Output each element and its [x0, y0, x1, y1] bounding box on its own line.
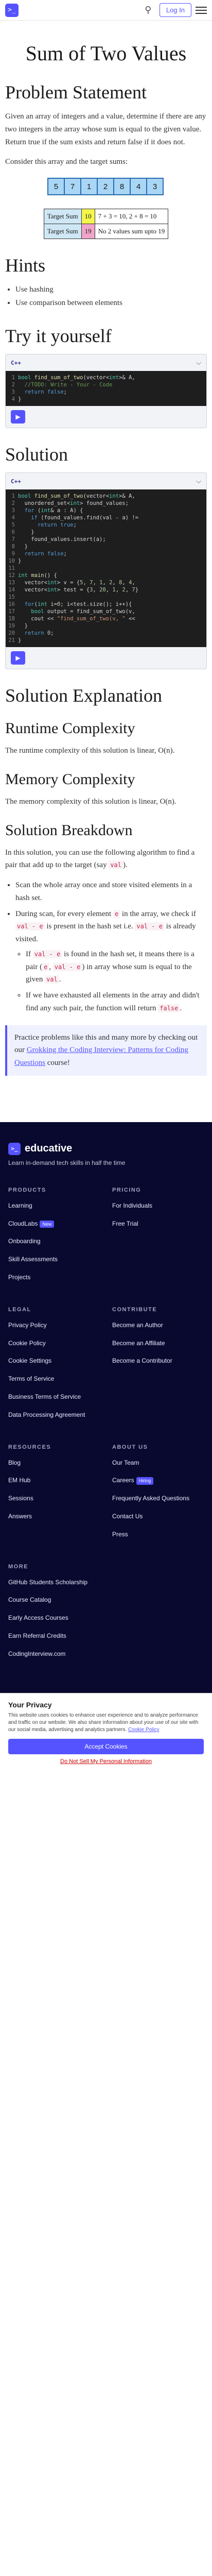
explanation-heading: Solution Explanation	[5, 685, 162, 706]
list-item: Use hashing	[15, 283, 207, 297]
breakdown-heading: Solution Breakdown	[5, 821, 133, 839]
footer-link[interactable]: CodingInterview.com	[8, 1650, 100, 1658]
footer-link[interactable]: Sessions	[8, 1494, 100, 1503]
footer-link[interactable]: Data Processing Agreement	[8, 1411, 100, 1419]
code-area[interactable]: 1 bool find_sum_of_two(vector<int>& A, 2 u…	[6, 489, 206, 647]
memory-text: The memory complexity of this solution i…	[5, 797, 176, 806]
practice-callout: Practice problems like this and many mor…	[5, 1025, 207, 1076]
try-heading: Try it yourself	[5, 326, 112, 346]
course-link[interactable]: Grokking the Coding Interview: Patterns …	[14, 1046, 188, 1067]
top-nav: >_ ⚲ Log In	[0, 0, 212, 21]
list-item: Use comparison between elements	[15, 297, 207, 310]
solution-heading: Solution	[5, 444, 68, 465]
footer-link[interactable]: Onboarding	[8, 1237, 100, 1246]
array-cell: 5	[47, 178, 65, 195]
footer-link[interactable]: Cookie Policy	[8, 1339, 100, 1348]
code-area[interactable]: 1 bool find_sum_of_two(vector<int>& A, 2 /…	[6, 371, 206, 406]
example-array: 5 7 1 2 8 4 3	[5, 178, 207, 195]
footer: >_ educative Learn in-demand tech skills…	[0, 1122, 212, 1693]
chevron-down-icon[interactable]: ⌵	[196, 359, 201, 367]
footer-link[interactable]: GitHub Students Scholarship	[8, 1578, 100, 1587]
array-cell: 3	[146, 178, 164, 195]
footer-link[interactable]: Become a Contributor	[112, 1357, 204, 1365]
footer-link[interactable]: Privacy Policy	[8, 1321, 100, 1330]
footer-link[interactable]: Contact Us	[112, 1512, 204, 1521]
run-button[interactable]: ▶	[11, 410, 25, 423]
accept-cookies-button[interactable]: Accept Cookies	[8, 1739, 204, 1755]
cookie-policy-link[interactable]: Cookie Policy	[128, 1727, 160, 1733]
footer-link[interactable]: For Individuals	[112, 1201, 204, 1210]
code-editor-solution: C++ ⌵ 1 bool find_sum_of_two(vector<int>&…	[5, 472, 207, 669]
footer-link[interactable]: CloudLabs New	[8, 1219, 100, 1228]
cpp-icon: C++	[11, 359, 21, 366]
footer-link[interactable]: Free Trial	[112, 1219, 204, 1228]
footer-link[interactable]: Learning	[8, 1201, 100, 1210]
educative-logo-icon[interactable]: >_	[5, 3, 19, 17]
runtime-text: The runtime complexity of this solution …	[5, 747, 175, 755]
cookie-banner: Your Privacy This website uses cookies t…	[0, 1693, 212, 1770]
list-item: If val - e is found in the hash set, it …	[26, 948, 207, 986]
hints-list: Use hashing Use comparison between eleme…	[15, 283, 207, 310]
do-not-sell-link[interactable]: Do Not Sell My Personal Information	[8, 1758, 204, 1765]
cookie-text: This website uses cookies to enhance use…	[8, 1713, 199, 1733]
array-cell: 4	[130, 178, 147, 195]
footer-link[interactable]: EM Hub	[8, 1476, 100, 1485]
cookie-heading: Your Privacy	[8, 1701, 52, 1709]
table-row: Target Sum 10 7 + 3 = 10, 2 + 8 = 10	[43, 209, 169, 224]
run-button[interactable]: ▶	[11, 651, 25, 665]
runtime-heading: Runtime Complexity	[5, 720, 135, 737]
footer-link[interactable]: Become an Affiliate	[112, 1339, 204, 1348]
list-item: During scan, for every element e in the …	[15, 908, 207, 1015]
page-title: Sum of Two Values	[25, 42, 187, 65]
problem-text: Given an array of integers and a value, …	[5, 112, 206, 146]
footer-link[interactable]: Frequently Asked Questions	[112, 1494, 204, 1503]
language-select[interactable]: C++	[11, 478, 21, 485]
list-item: If we have exhausted all elements in the…	[26, 989, 207, 1015]
footer-link[interactable]: Business Terms of Service	[8, 1393, 100, 1401]
login-button[interactable]: Log In	[159, 3, 191, 17]
array-cell: 2	[97, 178, 114, 195]
footer-link[interactable]: Earn Referral Credits	[8, 1632, 100, 1640]
array-cell: 8	[113, 178, 131, 195]
footer-link[interactable]: Careers Hiring	[112, 1476, 204, 1485]
footer-link[interactable]: Terms of Service	[8, 1375, 100, 1383]
array-cell: 1	[80, 178, 98, 195]
target-sum-table: Target Sum 10 7 + 3 = 10, 2 + 8 = 10 Tar…	[43, 209, 169, 239]
footer-link[interactable]: Cookie Settings	[8, 1357, 100, 1365]
footer-link[interactable]: Become an Author	[112, 1321, 204, 1330]
problem-heading: Problem Statement	[5, 82, 147, 103]
footer-link[interactable]: Course Catalog	[8, 1596, 100, 1604]
footer-link[interactable]: Skill Assessments	[8, 1255, 100, 1264]
chevron-down-icon[interactable]: ⌵	[196, 477, 201, 485]
solution-steps: Scan the whole array once and store visi…	[15, 879, 207, 1015]
footer-brand: educative	[25, 1143, 73, 1155]
hiring-badge: Hiring	[136, 1477, 154, 1485]
hints-heading: Hints	[5, 255, 46, 276]
search-icon[interactable]: ⚲	[141, 5, 155, 15]
breakdown-text: In this solution, you can use the follow…	[5, 848, 195, 870]
list-item: Scan the whole array once and store visi…	[15, 879, 207, 905]
educative-logo-icon[interactable]: >_	[8, 1142, 21, 1155]
table-row: Target Sum 19 No 2 values sum upto 19	[43, 224, 169, 239]
footer-link[interactable]: Answers	[8, 1512, 100, 1521]
footer-link[interactable]: Press	[112, 1530, 204, 1539]
footer-link[interactable]: Early Access Courses	[8, 1614, 100, 1622]
language-select[interactable]: C++	[11, 360, 21, 366]
footer-links: PRODUCTS Learning CloudLabs New Onboardin…	[8, 1187, 204, 1683]
code-editor-try: C++ ⌵ 1 bool find_sum_of_two(vector<int>&…	[5, 354, 207, 428]
problem-text-2: Consider this array and the target sums:	[5, 158, 128, 166]
cpp-icon: C++	[11, 478, 21, 485]
menu-icon[interactable]	[196, 6, 207, 14]
footer-tagline: Learn in-demand tech skills in half the …	[8, 1159, 126, 1166]
footer-link[interactable]: Blog	[8, 1459, 100, 1467]
array-cell: 7	[64, 178, 81, 195]
new-badge: New	[40, 1220, 55, 1228]
footer-link[interactable]: Projects	[8, 1273, 100, 1282]
footer-link[interactable]: Our Team	[112, 1459, 204, 1467]
memory-heading: Memory Complexity	[5, 770, 135, 788]
